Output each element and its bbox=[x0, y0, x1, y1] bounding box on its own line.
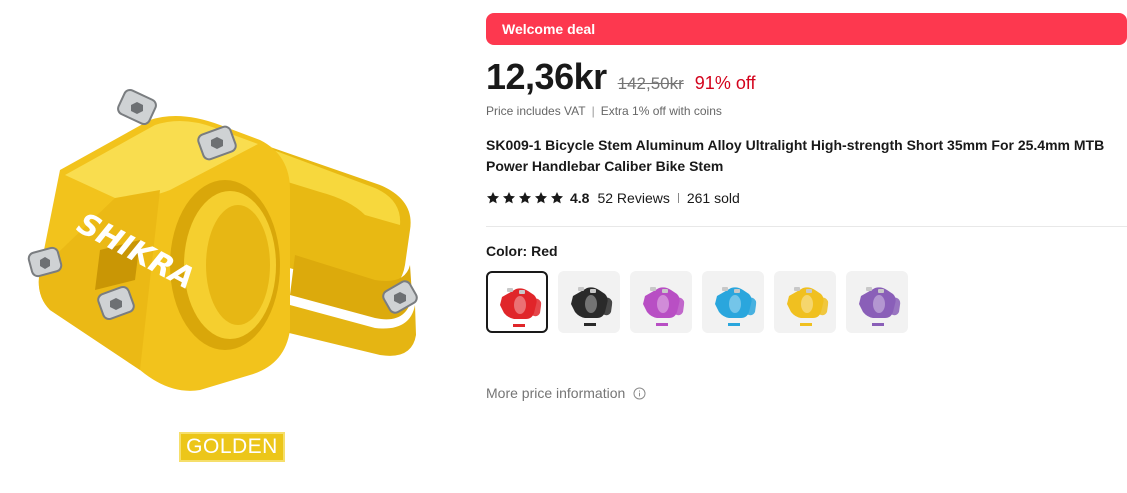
more-price-label: More price information bbox=[486, 385, 626, 401]
swatch-thumbnail bbox=[715, 287, 757, 326]
welcome-deal-banner: Welcome deal bbox=[486, 13, 1127, 45]
separator: | bbox=[591, 104, 595, 118]
color-swatch-purple[interactable] bbox=[630, 271, 692, 333]
swatch-thumbnail bbox=[787, 287, 829, 326]
reviews-link[interactable]: 52 Reviews bbox=[597, 190, 669, 206]
star-icon bbox=[550, 192, 564, 204]
color-label: Color: Red bbox=[486, 243, 558, 259]
discount-badge: 91% off bbox=[694, 73, 756, 93]
color-swatch-rainbow[interactable] bbox=[846, 271, 908, 333]
sold-count: 261 sold bbox=[686, 190, 740, 206]
color-swatch-red[interactable] bbox=[486, 271, 548, 333]
section-divider bbox=[486, 226, 1127, 227]
color-swatches bbox=[486, 271, 908, 333]
star-icon bbox=[502, 192, 516, 204]
product-image[interactable]: SHIKRA bbox=[20, 80, 430, 410]
swatch-thumbnail bbox=[643, 287, 685, 326]
swatch-thumbnail bbox=[859, 287, 901, 326]
original-price: 142,50kr bbox=[617, 74, 684, 93]
swatch-thumbnail bbox=[500, 288, 542, 327]
product-gallery: SHIKRA GOLDEN bbox=[0, 0, 470, 493]
rating-value: 4.8 bbox=[570, 190, 590, 206]
price-row: 12,36kr 142,50kr 91% off bbox=[486, 56, 756, 98]
color-swatch-black[interactable] bbox=[558, 271, 620, 333]
more-price-information-link[interactable]: More price information bbox=[486, 385, 646, 401]
rating-stars[interactable] bbox=[486, 191, 564, 205]
divider bbox=[677, 193, 679, 203]
current-price: 12,36kr bbox=[486, 56, 607, 97]
info-icon[interactable] bbox=[633, 386, 646, 400]
vat-info: Price includes VAT | Extra 1% off with c… bbox=[486, 104, 722, 118]
variant-label: GOLDEN bbox=[179, 432, 285, 462]
product-title: SK009-1 Bicycle Stem Aluminum Alloy Ultr… bbox=[486, 137, 1105, 174]
vat-note: Price includes VAT bbox=[486, 104, 586, 118]
coins-note: Extra 1% off with coins bbox=[600, 104, 722, 118]
star-icon bbox=[518, 192, 532, 204]
color-swatch-gold[interactable] bbox=[774, 271, 836, 333]
rating-row: 4.8 52 Reviews 261 sold bbox=[486, 190, 740, 206]
color-swatch-blue[interactable] bbox=[702, 271, 764, 333]
swatch-thumbnail bbox=[571, 287, 613, 326]
star-icon bbox=[486, 192, 500, 204]
star-icon bbox=[534, 192, 548, 204]
